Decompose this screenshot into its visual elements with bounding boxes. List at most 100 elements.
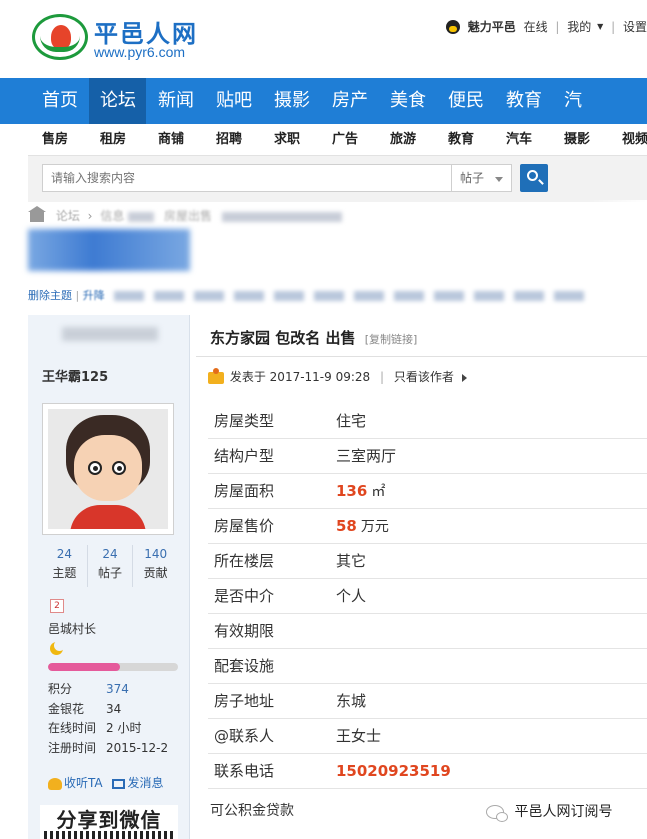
author-stat-label: 贡献	[143, 566, 168, 580]
play-icon	[461, 373, 467, 382]
main-nav-item[interactable]: 首页	[0, 78, 88, 124]
property-value-cell: 58 万元	[336, 508, 647, 544]
main-nav-item[interactable]: 房产	[321, 78, 378, 124]
home-icon[interactable]	[28, 205, 46, 222]
sub-nav-item[interactable]: 招聘	[200, 124, 258, 155]
property-value: 王女士	[336, 727, 382, 745]
property-row: 配套设施	[208, 648, 647, 684]
author-level-icon	[208, 367, 224, 384]
sub-nav-item[interactable]: 求职	[258, 124, 316, 155]
main-nav-item[interactable]: 贴吧	[205, 78, 262, 124]
watermark: 平邑人网订阅号	[486, 801, 612, 822]
thread-banner-blurred	[28, 229, 190, 271]
search-button[interactable]	[520, 164, 548, 192]
delete-thread-link[interactable]: 删除主题	[28, 289, 72, 302]
sub-nav-item[interactable]: 汽车	[490, 124, 548, 155]
copy-link-button[interactable]: [复制链接]	[365, 333, 418, 346]
sub-nav-item[interactable]: 商铺	[142, 124, 200, 155]
property-value-cell: 15020923519	[336, 753, 647, 789]
breadcrumb-board[interactable]: 房屋出售	[164, 209, 212, 223]
property-row: @联系人 王女士	[208, 718, 647, 754]
author-info-value: 34	[106, 701, 122, 716]
search-icon	[527, 170, 538, 181]
level-badge: 2	[50, 599, 64, 613]
author-stat-number: 24	[102, 547, 118, 561]
top-separator-2: |	[611, 19, 616, 34]
property-key: 结构户型	[208, 438, 336, 474]
author-stat[interactable]: 140 贡献	[133, 545, 178, 587]
chevron-down-icon	[495, 177, 503, 182]
author-info-value: 2 小时	[106, 721, 142, 735]
sub-nav-item[interactable]: 租房	[84, 124, 142, 155]
property-value: 住宅	[336, 411, 367, 430]
top-separator: |	[555, 19, 560, 34]
property-value: 58	[336, 516, 357, 535]
main-nav-item[interactable]: 新闻	[147, 78, 204, 124]
property-key: @联系人	[208, 718, 336, 754]
share-wechat-button[interactable]: 分享到微信	[40, 805, 178, 839]
property-row: 房屋面积 136 ㎡	[208, 473, 647, 509]
author-panel-header-blurred	[62, 327, 158, 341]
site-logo[interactable]: 平邑人网 www.pyr6.com	[32, 14, 212, 62]
property-value-cell: 个人	[336, 578, 647, 614]
mail-icon	[112, 778, 126, 789]
top-settings-link[interactable]: 设置	[623, 18, 647, 35]
main-nav-item[interactable]: 摄影	[263, 78, 320, 124]
author-avatar[interactable]	[42, 403, 174, 535]
sub-nav-item[interactable]: 广告	[316, 124, 374, 155]
author-info-key: 金银花	[48, 701, 85, 716]
sub-nav-item[interactable]: 旅游	[374, 124, 432, 155]
search-scope-label: 帖子	[460, 171, 485, 185]
upgrade-thread-link[interactable]: 升降	[83, 289, 105, 302]
property-value-cell	[336, 648, 647, 684]
property-value: 15020923519	[336, 761, 451, 780]
search-scope-select[interactable]: 帖子	[452, 164, 512, 192]
author-info: 积分 374 金银花 34 在线时间 2 小时 注册时间 2015-12-2	[48, 680, 184, 758]
author-info-row: 金银花 34	[48, 700, 184, 720]
sub-nav-item[interactable]: 摄影	[548, 124, 606, 155]
main-nav-item[interactable]: 美食	[379, 78, 436, 124]
follow-button[interactable]: 收听TA	[64, 776, 103, 790]
property-key: 配套设施	[208, 648, 336, 684]
avatar-body	[70, 505, 146, 529]
page: 平邑人网 www.pyr6.com 魅力平邑 在线 | 我的 ▼ | 设置 首页…	[0, 0, 647, 839]
property-key: 联系电话	[208, 753, 336, 789]
author-info-row: 积分 374	[48, 680, 184, 700]
avatar-eye-right	[112, 461, 126, 475]
search-input[interactable]	[42, 164, 452, 192]
property-key: 房屋类型	[208, 403, 336, 439]
property-key: 房子地址	[208, 683, 336, 719]
top-mine-menu[interactable]: 我的	[567, 18, 591, 35]
author-only-link[interactable]: 只看该作者	[394, 370, 454, 384]
author-stat[interactable]: 24 主题	[42, 545, 88, 587]
logo-url: www.pyr6.com	[94, 44, 186, 60]
author-stat[interactable]: 24 帖子	[88, 545, 134, 587]
property-unit: ㎡	[371, 483, 386, 500]
sub-nav-item[interactable]: 售房	[42, 124, 84, 155]
post-title: 东方家园 包改名 出售	[210, 329, 356, 347]
breadcrumb-section[interactable]: 信息	[100, 209, 124, 223]
main-nav-item[interactable]: 汽	[553, 78, 592, 124]
property-row: 所在楼层 其它	[208, 543, 647, 579]
author-info-row: 注册时间 2015-12-2	[48, 739, 184, 759]
send-message-button[interactable]: 发消息	[127, 776, 163, 790]
breadcrumb-forum[interactable]: 论坛	[56, 209, 80, 223]
main-nav-item[interactable]: 教育	[495, 78, 552, 124]
main-nav-item[interactable]: 便民	[437, 78, 494, 124]
author-name[interactable]: 王华霸125	[42, 366, 108, 385]
top-status: 在线	[523, 20, 548, 34]
sub-nav-item[interactable]: 教育	[432, 124, 490, 155]
property-value-cell: 其它	[336, 543, 647, 579]
manage-separator: |	[75, 289, 80, 302]
avatar-image	[48, 409, 168, 529]
thread-manage-bar: 删除主题 | 升降	[28, 287, 647, 303]
follow-icon	[48, 777, 62, 790]
author-info-key: 积分	[48, 682, 73, 696]
main-nav-item[interactable]: 论坛	[89, 78, 146, 124]
property-value: 三室两厅	[336, 447, 397, 465]
author-stat-number: 140	[144, 547, 168, 561]
sub-nav-item[interactable]: 视频	[606, 124, 647, 155]
top-username[interactable]: 魅力平邑	[468, 18, 516, 35]
breadcrumb-blur	[128, 211, 155, 222]
author-info-key: 注册时间	[48, 740, 97, 755]
